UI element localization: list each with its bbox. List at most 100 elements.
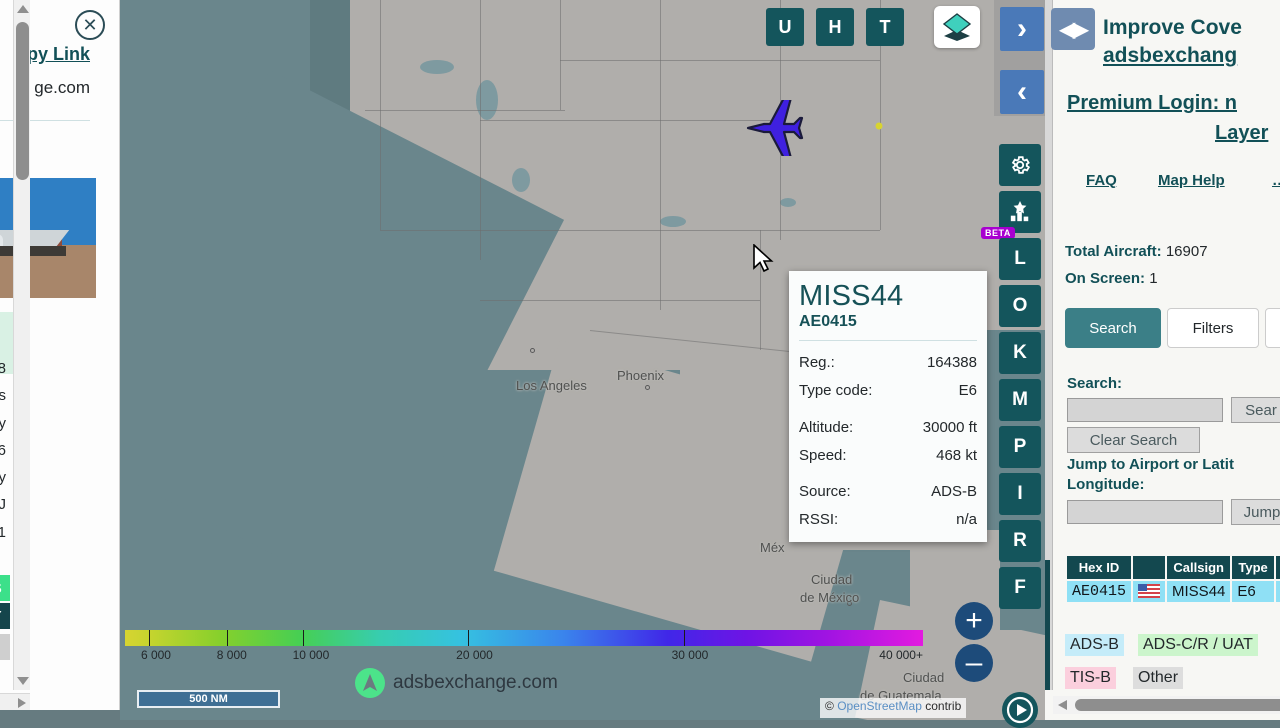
state-border: [760, 230, 761, 350]
attribution-suffix: contrib: [921, 699, 962, 713]
more-link[interactable]: …: [1272, 172, 1280, 189]
table-header-hexid[interactable]: Hex ID: [1067, 556, 1132, 579]
clear-search-button[interactable]: Clear Search: [1067, 427, 1200, 453]
map-label-ciudad: Ciudad: [811, 572, 853, 587]
attribution-prefix: ©: [825, 699, 838, 713]
chevron-right-icon: ›: [1017, 12, 1027, 45]
legend-adsb[interactable]: ADS-B: [1065, 634, 1124, 656]
tooltip-typecode-value: E6: [958, 382, 977, 400]
detail-typecode: E6: [0, 437, 6, 464]
k-button[interactable]: K: [999, 332, 1041, 374]
u-button[interactable]: U: [766, 8, 804, 46]
tooltip-source-value: ADS-B: [931, 483, 977, 501]
table-row[interactable]: AE0415 MISS44 E6: [1067, 581, 1280, 602]
total-aircraft-value: 16907: [1165, 243, 1208, 260]
state-border: [660, 120, 661, 230]
panel-expand-right-button[interactable]: ›: [1000, 7, 1044, 51]
search-button[interactable]: Sear: [1231, 397, 1280, 423]
premium-login-link[interactable]: Premium Login: n: [1067, 92, 1280, 115]
altitude-gradient: [125, 630, 923, 646]
legend-adsc-uat[interactable]: ADS-C/R / UAT: [1138, 634, 1258, 656]
tab-search[interactable]: Search: [1065, 308, 1161, 348]
playback-button[interactable]: [1002, 692, 1038, 728]
detail-squawk: 7021: [0, 519, 6, 546]
r-button-label: R: [1013, 530, 1027, 551]
sidebar-hscroll-thumb[interactable]: [1075, 699, 1280, 711]
zoom-in-button[interactable]: +: [955, 602, 993, 640]
legend-tisb[interactable]: TIS-B: [1065, 667, 1116, 689]
table-header-type[interactable]: Type: [1232, 556, 1274, 579]
zoom-out-button[interactable]: –: [955, 644, 993, 682]
aircraft-marker[interactable]: [734, 100, 814, 156]
jump-label-line1: Jump to Airport or Latit: [1067, 456, 1234, 473]
k-button-label: K: [1013, 342, 1027, 363]
on-screen-value: 1: [1149, 270, 1158, 287]
openstreetmap-link[interactable]: OpenStreetMap: [837, 699, 922, 713]
city-dot-los-angeles: [530, 348, 535, 353]
stats-button[interactable]: BETA: [981, 191, 1041, 239]
table-header-callsign[interactable]: Callsign: [1167, 556, 1231, 579]
distance-scale-bar: 500 NM: [137, 690, 280, 708]
detail-country: nited States: [0, 382, 6, 409]
faq-link[interactable]: FAQ: [1086, 172, 1117, 189]
tab-third[interactable]: C: [1265, 308, 1280, 348]
tooltip-row-speed: Speed: 468 kt: [799, 442, 977, 470]
tooltip-row-reg: Reg.: 164388: [799, 349, 977, 377]
h-button[interactable]: H: [816, 8, 854, 46]
scale-tick-6000: 6 000: [140, 648, 171, 662]
settings-button[interactable]: [999, 144, 1041, 186]
r-button[interactable]: R: [999, 520, 1041, 562]
jump-button[interactable]: Jump: [1231, 499, 1280, 525]
close-panel-button[interactable]: ✕: [75, 10, 105, 40]
scale-tick-20000: 20 000: [456, 648, 493, 662]
cell-flag: [1133, 581, 1166, 602]
l-button[interactable]: L: [999, 238, 1041, 280]
watermark-text: adsbexchange.com: [393, 672, 558, 693]
jump-label-line2: Longitude:: [1067, 476, 1145, 493]
left-panel-scroll-thumb[interactable]: [16, 22, 29, 180]
state-border: [380, 0, 381, 230]
photo-shadow: [0, 246, 66, 256]
layers-icon: [942, 13, 972, 41]
i-button[interactable]: I: [999, 473, 1041, 515]
sidebar-site-link[interactable]: adsbexchang: [1103, 44, 1280, 68]
layers-button[interactable]: [934, 6, 980, 48]
scroll-up-arrow-icon[interactable]: [17, 5, 29, 13]
map-label-de-mexico: de México: [800, 590, 860, 605]
us-flag-icon: [1138, 584, 1161, 599]
scroll-right-arrow-icon[interactable]: [18, 698, 26, 708]
layer-link[interactable]: Layer: [1215, 122, 1280, 145]
sidebar-toggle-button[interactable]: ◀▶: [1051, 8, 1095, 50]
sidebar-horizontal-scrollbar[interactable]: [1053, 696, 1280, 714]
distance-scale-label: 500 NM: [189, 693, 228, 705]
plus-icon: +: [965, 604, 983, 637]
m-button-label: M: [1012, 389, 1028, 410]
activity-button[interactable]: TIVITY: [0, 603, 10, 629]
on-screen-stat: On Screen: 1: [1065, 270, 1158, 287]
tooltip-source-label: Source:: [799, 483, 851, 501]
m-button[interactable]: M: [999, 379, 1041, 421]
p-button[interactable]: P: [999, 426, 1041, 468]
panel-collapse-bar[interactable]: [0, 634, 10, 660]
table-header-flag[interactable]: [1133, 556, 1166, 579]
details-button[interactable]: AILS: [0, 575, 10, 601]
panel-collapse-left-button[interactable]: ‹: [1000, 70, 1044, 114]
table-header-extra[interactable]: [1275, 556, 1280, 579]
total-aircraft-label: Total Aircraft:: [1065, 243, 1166, 260]
map-help-link[interactable]: Map Help: [1158, 172, 1225, 189]
scroll-left-arrow-icon[interactable]: [1058, 700, 1067, 710]
tooltip-typecode-label: Type code:: [799, 382, 873, 400]
left-panel-horizontal-scrollbar[interactable]: [0, 693, 30, 710]
jump-input[interactable]: [1067, 500, 1223, 524]
tab-filters[interactable]: Filters: [1167, 308, 1259, 348]
cell-extra: [1275, 581, 1280, 602]
legend-other[interactable]: Other: [1133, 667, 1184, 689]
state-border: [480, 300, 760, 301]
scroll-down-arrow-icon[interactable]: [17, 677, 29, 685]
f-button[interactable]: F: [999, 567, 1041, 609]
o-button[interactable]: O: [999, 285, 1041, 327]
search-input[interactable]: [1067, 398, 1223, 422]
tooltip-row-typecode: Type code: E6: [799, 377, 977, 405]
t-button[interactable]: T: [866, 8, 904, 46]
left-panel-vertical-scrollbar[interactable]: [13, 0, 30, 690]
